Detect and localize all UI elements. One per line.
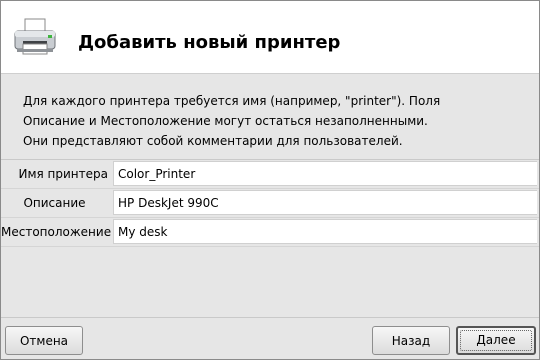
printer-name-label: Имя принтера [18,167,108,181]
description-line-2: Описание и Местоположение могут остаться… [23,114,428,128]
description-input[interactable]: HP DeskJet 990C [113,190,537,215]
description-line-1: Для каждого принтера требуется имя (напр… [23,94,441,108]
back-button[interactable]: Назад [372,326,450,355]
dialog-title: Добавить новый принтер [78,32,341,53]
description-label: Описание [23,196,86,210]
form-row-name: Имя принтера Color_Printer [1,160,539,189]
form-row-location: Местоположение My desk [1,218,539,247]
dialog-header: Добавить новый принтер [1,1,539,74]
description-text: Для каждого принтера требуется имя (напр… [23,91,523,151]
next-button-label: Далее [460,330,532,351]
cancel-button[interactable]: Отмена [5,326,83,355]
form-row-description: Описание HP DeskJet 990C [1,189,539,218]
location-input[interactable]: My desk [113,219,537,244]
printer-icon [14,18,56,55]
add-printer-dialog: Добавить новый принтер Для каждого принт… [0,0,540,360]
printer-name-input[interactable]: Color_Printer [113,161,537,186]
printer-form: Имя принтера Color_Printer Описание HP D… [1,159,539,247]
button-bar: Отмена Назад Далее [1,317,539,360]
next-button[interactable]: Далее [456,326,536,355]
description-line-3: Они представляют собой комментарии для п… [23,134,403,148]
location-label: Местоположение [1,225,112,239]
